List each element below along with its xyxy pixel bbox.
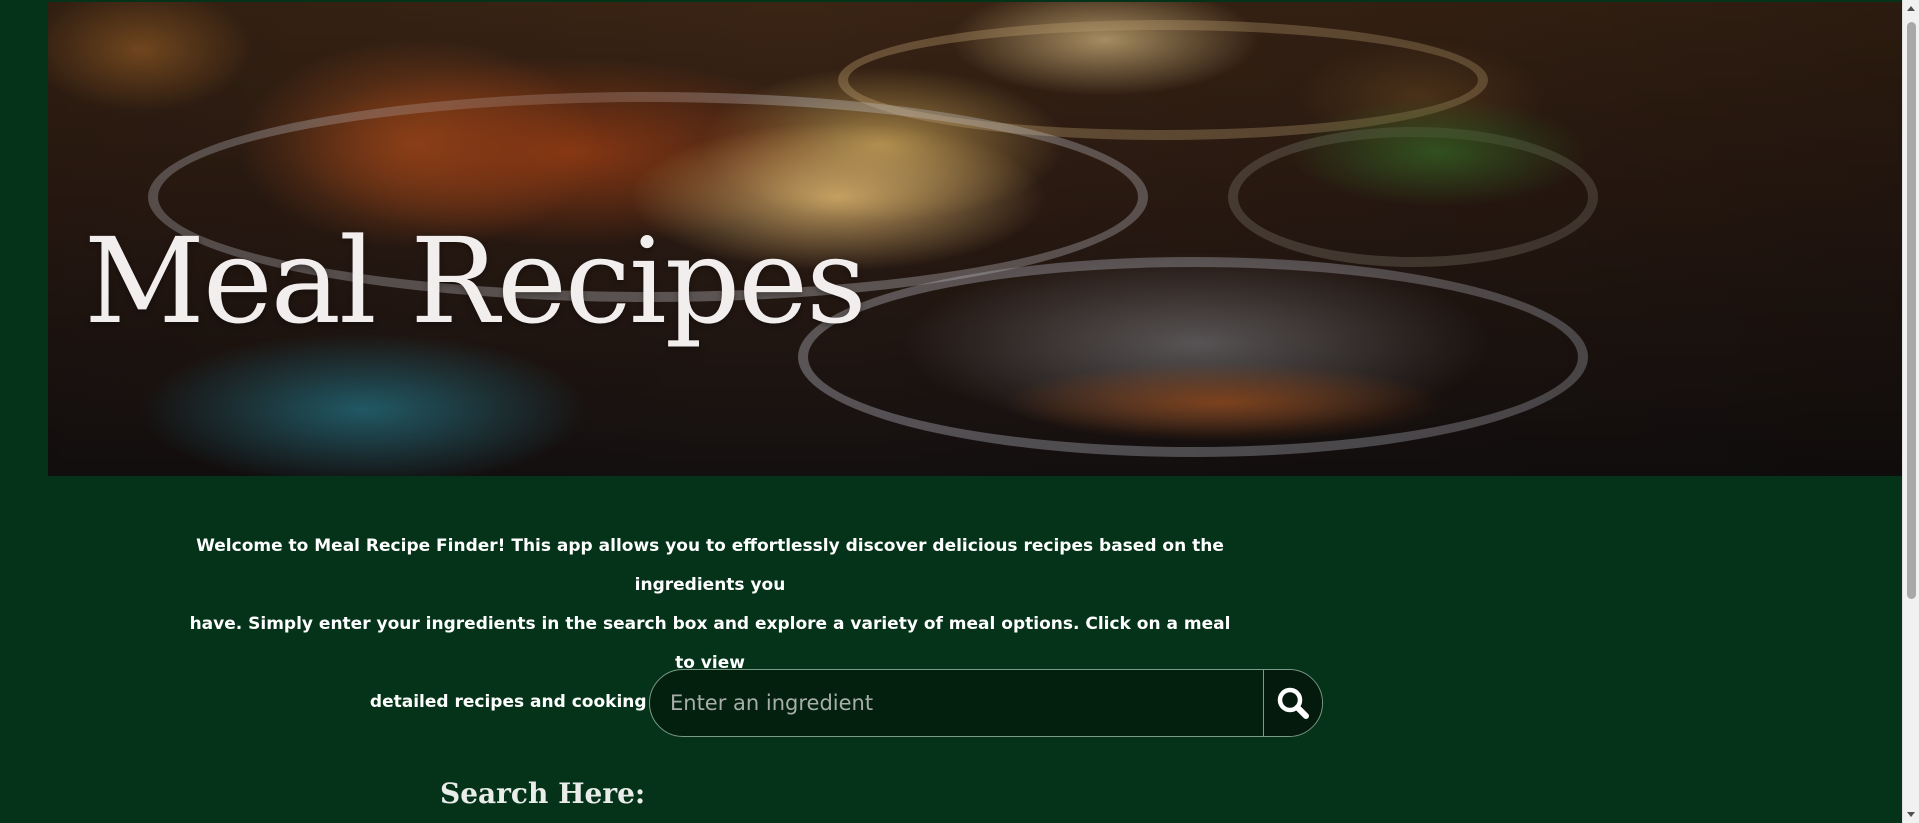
- scrollbar[interactable]: [1902, 0, 1919, 823]
- scroll-up-icon[interactable]: [1907, 6, 1915, 11]
- intro-line: Welcome to Meal Recipe Finder! This app …: [196, 536, 1224, 595]
- search-bar: [649, 669, 1323, 737]
- search-button[interactable]: [1263, 670, 1322, 736]
- ingredient-search-input[interactable]: [650, 670, 1263, 736]
- hero-banner: Meal Recipes: [48, 2, 1902, 476]
- page: Meal Recipes Welcome to Meal Recipe Find…: [0, 0, 1919, 823]
- search-heading: Search Here:: [440, 777, 646, 810]
- search-icon: [1277, 687, 1309, 719]
- scroll-down-icon[interactable]: [1907, 812, 1915, 817]
- page-title: Meal Recipes: [84, 212, 867, 350]
- scroll-thumb[interactable]: [1907, 22, 1916, 599]
